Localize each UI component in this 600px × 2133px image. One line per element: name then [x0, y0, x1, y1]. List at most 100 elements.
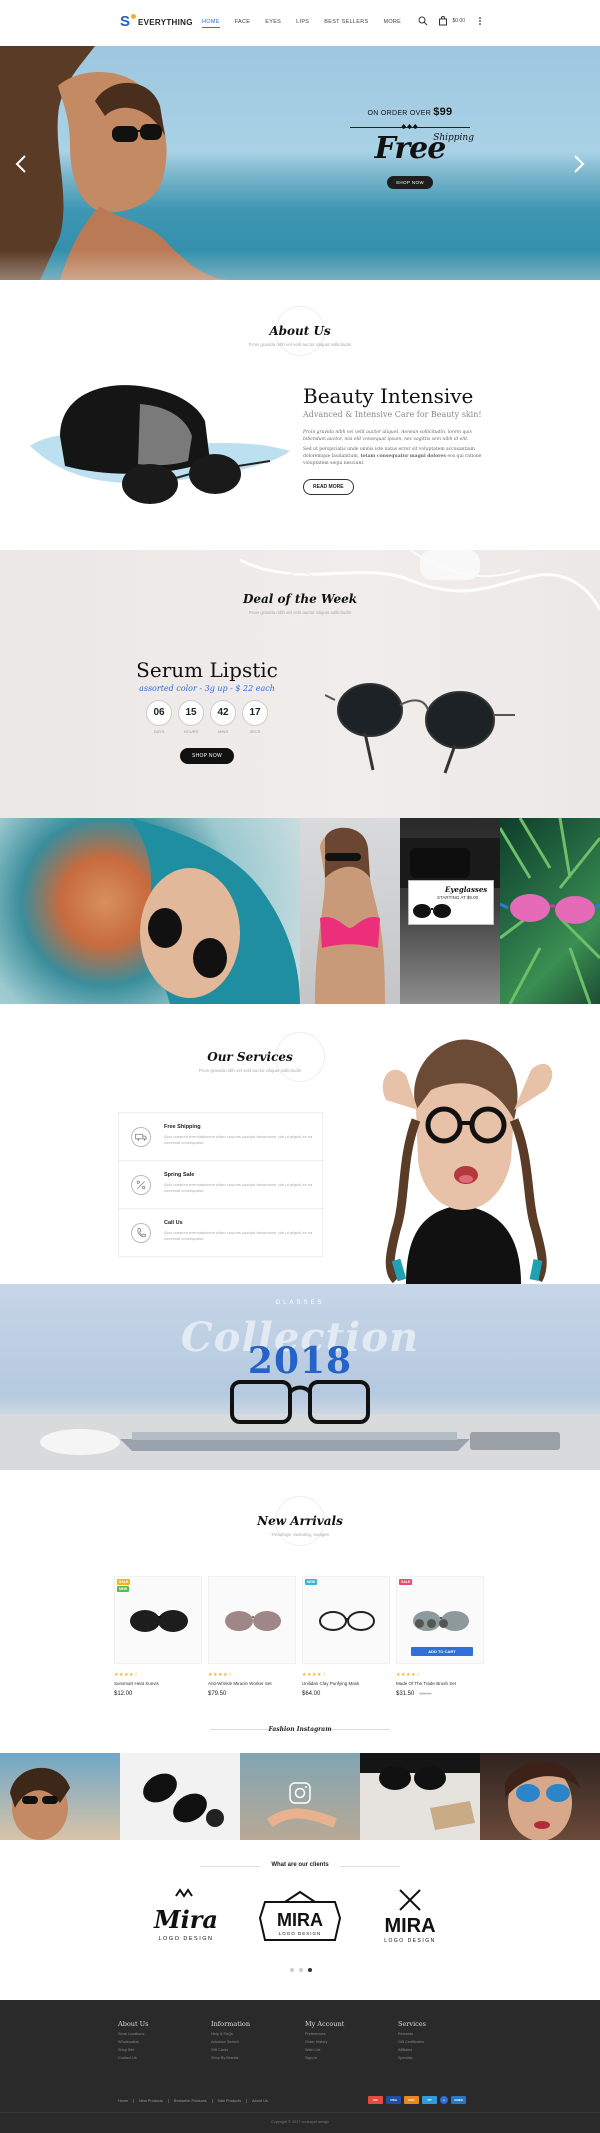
crown-logo-icon: Mira LOGO DESIGN	[153, 1888, 218, 1942]
add-to-cart-button[interactable]: ADD TO CART	[411, 1647, 473, 1656]
about-product-title: Beauty Intensive	[303, 384, 474, 408]
service-free-shipping[interactable]: Free Shipping Quis nostrum exercitatione…	[119, 1113, 324, 1161]
instagram-photo[interactable]	[360, 1753, 480, 1840]
eyeglasses-promo-title: Eyeglasses	[445, 885, 488, 894]
countdown-secs-label: SECS	[249, 729, 261, 734]
logo-letter: S	[120, 13, 131, 30]
search-icon[interactable]	[418, 16, 428, 26]
footer-link[interactable]: Sign-in	[305, 2056, 395, 2060]
cart-icon[interactable]	[438, 16, 448, 26]
product-card[interactable]: SALE NEW ★★★★☆ Sunsmart Heat Sunvis $12.…	[114, 1576, 202, 1697]
about-content: Beauty Intensive Advanced & Intensive Ca…	[303, 384, 493, 495]
instagram-strip	[0, 1753, 600, 1840]
footer-bottom-link[interactable]: Sale Products	[213, 2099, 248, 2103]
product-image[interactable]: NEW	[302, 1576, 390, 1664]
footer-link[interactable]: Specials	[398, 2056, 488, 2060]
footer-link[interactable]: Store Locations	[118, 2032, 208, 2036]
deal-heading-subtitle: Proin gravida nibh vel velit auctor aliq…	[248, 610, 352, 615]
main-nav: HOME FACE EYES LIPS BEST SELLERS MORE	[202, 19, 416, 28]
product-name[interactable]: Sunsmart Heat Sunvis	[114, 1681, 202, 1686]
footer-link[interactable]: Help & FAQs	[211, 2032, 301, 2036]
gallery-image-blue-hair[interactable]	[0, 818, 300, 1004]
cart-total: $0.00	[452, 18, 465, 24]
service-call-us[interactable]: Call Us Quis nostrum exercitationem ulla…	[119, 1209, 324, 1257]
collection-glasses-label: GLASSES	[275, 1300, 325, 1306]
instagram-photo-featured[interactable]	[240, 1753, 360, 1840]
client-logo-1[interactable]: Mira LOGO DESIGN	[131, 1888, 241, 1958]
product-card[interactable]: SALE ADD TO CART ★★★★☆ Made Of The Trade…	[396, 1576, 484, 1697]
footer-link[interactable]: Affiliates	[398, 2048, 488, 2052]
gallery-image-bikini[interactable]	[300, 818, 400, 1004]
client-logo-2[interactable]: MIRA LOGO DESIGN	[245, 1888, 355, 1958]
nav-item-home[interactable]: HOME	[202, 19, 220, 28]
about-paragraph-1: Proin gravida nibh vel velit auctor aliq…	[303, 430, 472, 442]
gallery-image-pink-shades[interactable]	[500, 818, 600, 1004]
footer-link[interactable]: Gift Cards	[211, 2048, 301, 2052]
product-card[interactable]: ★★★★☆ Anti-Wrinkle Miracle Worker Set $7…	[208, 1576, 296, 1697]
instagram-photo[interactable]	[0, 1753, 120, 1840]
footer-bottom-link[interactable]: Home	[118, 2099, 135, 2103]
footer-link[interactable]: Wholesalers	[118, 2040, 208, 2044]
footer-bottom-link[interactable]: New Products	[134, 2099, 169, 2103]
nav-item-face[interactable]: FACE	[235, 19, 251, 28]
product-price: $64.00	[302, 1691, 390, 1697]
instagram-photo[interactable]	[480, 1753, 600, 1840]
phone-icon	[131, 1223, 151, 1243]
product-image[interactable]	[208, 1576, 296, 1664]
chevron-left-icon[interactable]	[14, 154, 28, 174]
carousel-dot[interactable]	[290, 1968, 294, 1972]
wishlist-icon[interactable]	[415, 1619, 424, 1628]
carousel-dot-active[interactable]	[308, 1968, 312, 1972]
nav-item-more[interactable]: MORE	[383, 19, 401, 28]
chevron-right-icon[interactable]	[572, 154, 586, 174]
footer-col-title: Information	[211, 2020, 251, 2028]
instagram-photo[interactable]	[120, 1753, 240, 1840]
nav-item-best-sellers[interactable]: BEST SELLERS	[324, 19, 368, 28]
glasses-case-image	[30, 385, 290, 504]
footer-link[interactable]: Advance Search	[211, 2040, 301, 2044]
service-spring-sale[interactable]: Spring Sale Quis nostrum exercitationem …	[119, 1161, 324, 1209]
rating-stars: ★★★★☆	[396, 1672, 421, 1678]
product-quick-actions	[415, 1619, 448, 1628]
carousel-dot[interactable]	[299, 1968, 303, 1972]
footer-bottom-link[interactable]: About Us	[247, 2099, 273, 2103]
footer-link[interactable]: Rewards	[398, 2032, 488, 2036]
service-desc: Quis nostrum exercitationem ullam corpor…	[164, 1134, 313, 1145]
footer-link[interactable]: Shop By Brands	[211, 2056, 301, 2060]
footer-bottom-link[interactable]: Bestseller Products	[169, 2099, 213, 2103]
footer-link[interactable]: Gift Certificates	[398, 2040, 488, 2044]
nav-item-eyes[interactable]: EYES	[265, 19, 281, 28]
arrivals-title: New Arrivals	[257, 1514, 343, 1528]
product-card[interactable]: NEW ★★★★☆ Unilidan Clay Purifying Mask $…	[302, 1576, 390, 1697]
logo[interactable]: S EVERYTHING	[120, 14, 193, 30]
menu-dots-icon[interactable]	[475, 16, 485, 26]
amex-icon: AMEX	[451, 2096, 466, 2104]
deal-content: Serum Lipstic assorted color - 3g up - $…	[132, 658, 282, 764]
countdown: 06 DAYS 15 HOURS 42 MINS 17 SECS	[132, 700, 282, 734]
hero-shop-now-button[interactable]: SHOP NOW	[386, 176, 434, 189]
read-more-button[interactable]: READ MORE	[303, 479, 354, 495]
product-price-value: $12.00	[114, 1691, 133, 1697]
client-logo-1-name: Mira	[153, 1905, 218, 1934]
quick-view-icon[interactable]	[439, 1619, 448, 1628]
product-name[interactable]: Anti-Wrinkle Miracle Worker Set	[208, 1681, 296, 1686]
eyeglasses-promo-card[interactable]: Eyeglasses STARTING AT $9.00	[408, 880, 494, 925]
footer-bottom-nav: Home New Products Bestseller Products Sa…	[118, 2099, 273, 2103]
collection-banner[interactable]: GLASSES Collection 2018	[0, 1284, 600, 1470]
product-image[interactable]: SALE NEW	[114, 1576, 202, 1664]
footer-copyright: Copyright © 2017 codespot design	[270, 2120, 330, 2124]
product-image[interactable]: SALE ADD TO CART	[396, 1576, 484, 1664]
footer-link[interactable]: Preferences	[305, 2032, 395, 2036]
deal-shop-now-button[interactable]: SHOP NOW	[179, 748, 235, 764]
nav-item-lips[interactable]: LIPS	[296, 19, 309, 28]
compare-icon[interactable]	[427, 1619, 436, 1628]
gallery-grid	[0, 818, 600, 1004]
footer-link[interactable]: Contact Us	[118, 2056, 208, 2060]
product-name[interactable]: Made Of The Trade Brush Set	[396, 1681, 484, 1686]
product-name[interactable]: Unilidan Clay Purifying Mask	[302, 1681, 390, 1686]
footer-link[interactable]: Wish List	[305, 2048, 395, 2052]
footer-link[interactable]: Shop Site	[118, 2048, 208, 2052]
footer-link[interactable]: Order History	[305, 2040, 395, 2044]
client-logo-3[interactable]: MIRA LOGO DESIGN	[355, 1888, 465, 1958]
client-logo-3-name: MIRA	[384, 1915, 435, 1937]
